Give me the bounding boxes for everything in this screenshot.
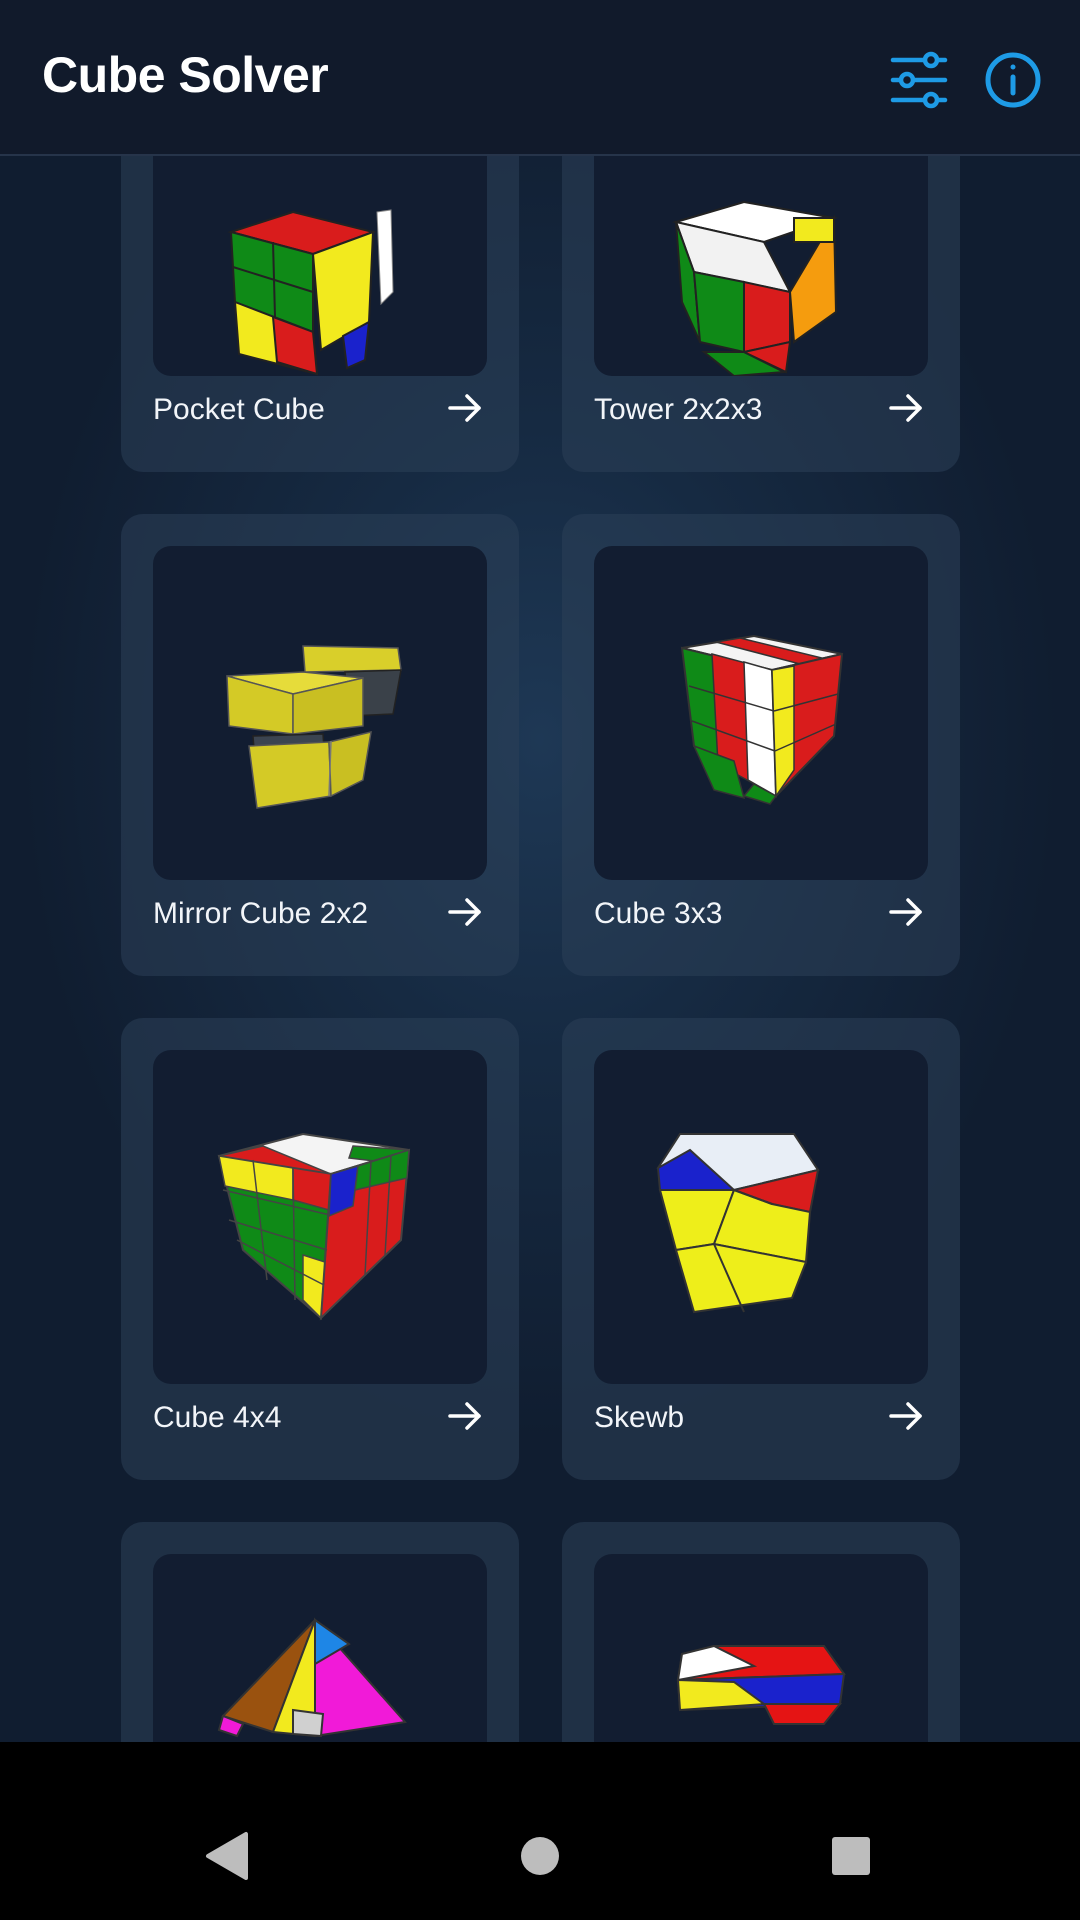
puzzle-label: Cube 3x3 <box>594 897 723 930</box>
puzzle-thumbnail <box>153 156 487 376</box>
puzzle-thumbnail <box>594 546 928 880</box>
app-title: Cube Solver <box>42 47 329 103</box>
settings-button[interactable] <box>887 48 951 112</box>
back-icon <box>206 1832 248 1880</box>
puzzle-card-pyraminx[interactable] <box>121 1522 519 1742</box>
sliders-icon <box>890 51 948 109</box>
puzzle-card-pocket-cube[interactable]: Pocket Cube <box>121 156 519 472</box>
puzzle-card-skewb[interactable]: Skewb <box>562 1018 960 1480</box>
home-icon <box>521 1837 559 1875</box>
puzzle-thumbnail <box>594 156 928 376</box>
recents-button[interactable] <box>821 1826 881 1886</box>
puzzle-thumbnail <box>594 1554 928 1742</box>
recents-icon <box>832 1837 870 1875</box>
megaminx-thumbnail <box>676 1644 846 1725</box>
puzzle-label: Skewb <box>594 1401 685 1434</box>
puzzle-card-cube-3x3[interactable]: Cube 3x3 <box>562 514 960 976</box>
info-button[interactable] <box>981 48 1045 112</box>
puzzle-card-next[interactable] <box>562 1522 960 1742</box>
puzzle-grid: Pocket Cube Tower 2x2x3 Mirror Cube 2x2 … <box>0 156 1080 1742</box>
pyraminx-thumbnail <box>217 1617 407 1738</box>
arrow-right-icon[interactable] <box>886 1396 926 1436</box>
puzzle-label: Pocket Cube <box>153 393 325 426</box>
arrow-right-icon[interactable] <box>445 388 485 428</box>
arrow-right-icon[interactable] <box>886 388 926 428</box>
puzzle-thumbnail <box>153 1554 487 1742</box>
arrow-right-icon[interactable] <box>445 892 485 932</box>
arrow-right-icon[interactable] <box>886 892 926 932</box>
puzzle-label: Tower 2x2x3 <box>594 393 763 426</box>
puzzle-card-cube-4x4[interactable]: Cube 4x4 <box>121 1018 519 1480</box>
app-bar: Cube Solver <box>0 0 1080 156</box>
puzzle-thumbnail <box>153 1050 487 1384</box>
back-button[interactable] <box>196 1826 256 1886</box>
puzzle-label: Mirror Cube 2x2 <box>153 897 369 930</box>
puzzle-thumbnail <box>153 546 487 880</box>
home-button[interactable] <box>510 1826 570 1886</box>
puzzle-thumbnail <box>594 1050 928 1384</box>
info-icon <box>985 52 1041 108</box>
puzzle-label: Cube 4x4 <box>153 1401 282 1434</box>
puzzle-card-tower-2x2x3[interactable]: Tower 2x2x3 <box>562 156 960 472</box>
puzzle-card-mirror-cube-2x2[interactable]: Mirror Cube 2x2 <box>121 514 519 976</box>
arrow-right-icon[interactable] <box>445 1396 485 1436</box>
